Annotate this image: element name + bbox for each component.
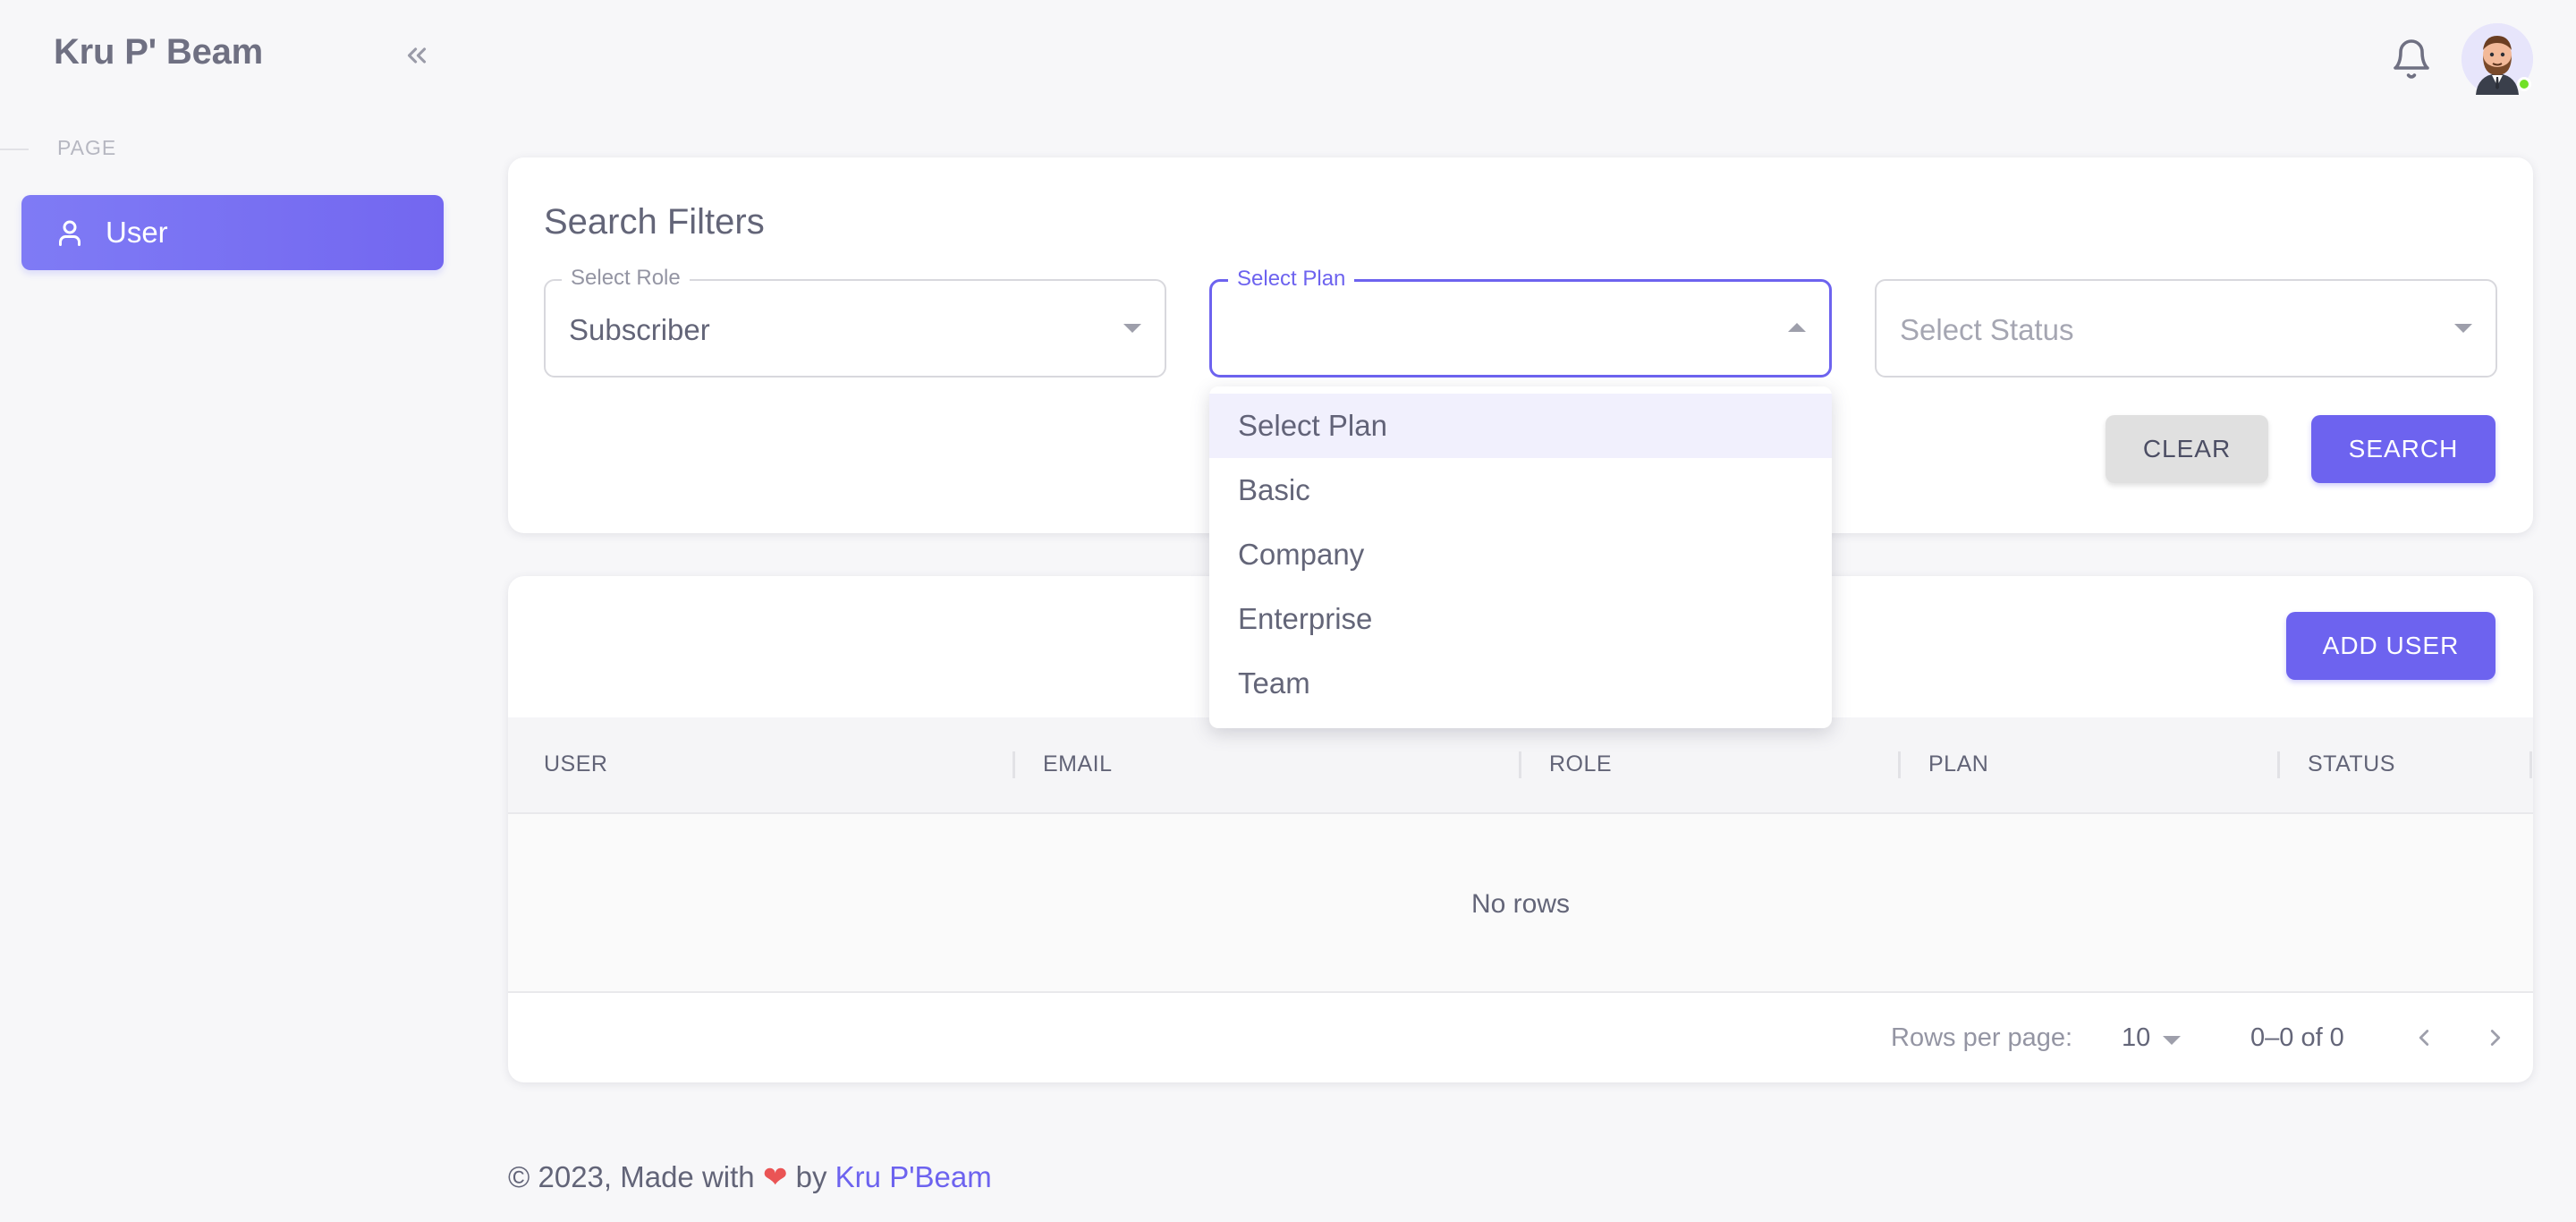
section-divider: [0, 149, 29, 150]
column-separator[interactable]: [2529, 751, 2532, 778]
plan-option-company[interactable]: Company: [1209, 522, 1832, 587]
column-header-status[interactable]: STATUS: [2308, 751, 2395, 777]
caret-down-icon[interactable]: [2163, 1036, 2181, 1045]
next-page-button[interactable]: [2479, 1022, 2512, 1054]
plan-option-select-plan[interactable]: Select Plan: [1209, 394, 1832, 458]
add-user-button[interactable]: ADD USER: [2286, 612, 2496, 680]
clear-button[interactable]: CLEAR: [2106, 415, 2268, 483]
nav-section-label: PAGE: [57, 136, 117, 159]
footer-copyright: © 2023, Made with: [508, 1160, 755, 1193]
sidebar-item-user[interactable]: User: [21, 195, 444, 270]
select-plan[interactable]: Select Plan: [1209, 267, 1832, 378]
chevron-right-icon: [2490, 1030, 2501, 1046]
select-role-label: Select Role: [562, 266, 690, 291]
user-icon: [59, 220, 80, 246]
search-filters-title: Search Filters: [544, 202, 765, 242]
online-status-badge: [2517, 77, 2531, 91]
brand-title: Kru P' Beam: [54, 32, 264, 72]
notifications-button[interactable]: [2390, 38, 2433, 81]
column-header-email[interactable]: EMAIL: [1043, 751, 1113, 777]
collapse-sidebar-button[interactable]: [397, 36, 436, 75]
select-status-placeholder: Select Status: [1900, 313, 2074, 346]
nav-section-header: PAGE: [0, 134, 268, 165]
rows-per-page-select[interactable]: 10: [2122, 1023, 2150, 1053]
footer-by: by: [795, 1160, 827, 1193]
plan-option-team[interactable]: Team: [1209, 651, 1832, 716]
plan-option-enterprise[interactable]: Enterprise: [1209, 587, 1832, 651]
column-header-role[interactable]: ROLE: [1549, 751, 1612, 777]
column-header-user[interactable]: USER: [544, 751, 607, 777]
select-status[interactable]: Select Status: [1875, 279, 2497, 378]
column-separator[interactable]: [1013, 751, 1015, 778]
sidebar: Kru P' Beam PAGE User: [0, 0, 465, 1222]
select-role-value: Subscriber: [569, 313, 710, 346]
column-separator[interactable]: [1519, 751, 1521, 778]
column-separator[interactable]: [1898, 751, 1901, 778]
column-header-plan[interactable]: PLAN: [1928, 751, 1988, 777]
select-plan-menu: Select Plan Basic Company Enterprise Tea…: [1209, 386, 1832, 728]
pagination-range: 0–0 of 0: [2250, 1023, 2344, 1052]
footer-author-link[interactable]: Kru P'Beam: [835, 1160, 992, 1193]
empty-table-message: No rows: [1470, 889, 1571, 919]
table-header: USER EMAIL ROLE PLAN STATUS: [508, 717, 2533, 814]
table-body: No rows: [508, 814, 2533, 993]
select-role[interactable]: Select Role Subscriber: [544, 266, 1166, 378]
previous-page-button[interactable]: [2408, 1022, 2440, 1054]
heart-icon: ❤: [762, 1160, 788, 1193]
sidebar-item-label: User: [106, 216, 168, 249]
column-separator[interactable]: [2277, 751, 2280, 778]
page-footer: © 2023, Made with ❤ by Kru P'Beam: [508, 1159, 992, 1194]
caret-down-icon: [2454, 324, 2472, 333]
table-pagination: Rows per page: 10 0–0 of 0: [508, 993, 2533, 1082]
plan-option-basic[interactable]: Basic: [1209, 458, 1832, 522]
user-avatar[interactable]: [2462, 23, 2533, 95]
double-chevron-left-icon: [407, 47, 427, 64]
rows-per-page-label: Rows per page:: [1891, 1023, 2073, 1052]
bell-icon: [2394, 39, 2429, 79]
caret-up-icon: [1788, 323, 1806, 332]
select-plan-label: Select Plan: [1228, 267, 1355, 292]
search-button[interactable]: SEARCH: [2311, 415, 2496, 483]
caret-down-icon: [1123, 324, 1141, 333]
chevron-left-icon: [2419, 1030, 2429, 1046]
